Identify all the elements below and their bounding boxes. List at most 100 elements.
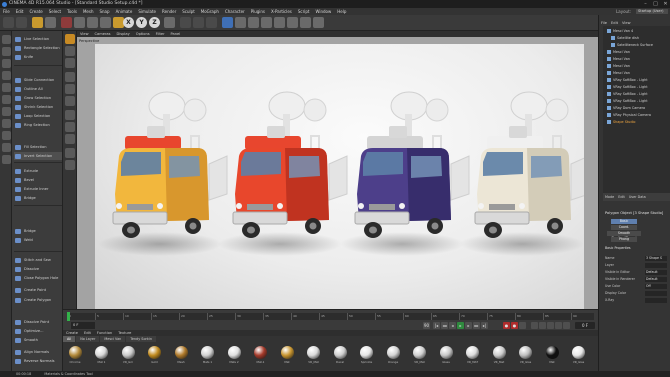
- attr-tab-mode[interactable]: Mode: [603, 193, 616, 201]
- menu-mesh[interactable]: Mesh: [80, 8, 97, 15]
- close-icon[interactable]: ✕: [661, 1, 670, 7]
- menu-tools[interactable]: Tools: [64, 8, 80, 15]
- filter-mesci-van[interactable]: Mesci Van: [100, 336, 126, 342]
- model-mode-icon[interactable]: [65, 34, 75, 44]
- menu-sculpt[interactable]: Sculpt: [179, 8, 198, 15]
- property-value[interactable]: [645, 297, 667, 303]
- material-swatch[interactable]: Mat: [543, 346, 561, 368]
- attr-tab-edit[interactable]: Edit: [616, 193, 627, 201]
- filter-all[interactable]: All: [63, 336, 76, 342]
- property-value[interactable]: [645, 290, 667, 296]
- go-to-end-icon[interactable]: ▸|: [481, 322, 488, 329]
- object-list-item[interactable]: Mesci Van: [605, 63, 670, 70]
- cmd-align-normals[interactable]: Align Normals: [14, 348, 62, 356]
- material-swatch[interactable]: Chrome: [66, 346, 84, 368]
- prev-key-icon[interactable]: ◂◂: [441, 322, 448, 329]
- filter-no-layer[interactable]: No Layer: [76, 336, 100, 342]
- material-swatch[interactable]: VR_Gm: [119, 346, 137, 368]
- cmd-create-polygon[interactable]: Create Polygon: [14, 296, 62, 304]
- property-value[interactable]: 3 Shape S: [645, 255, 667, 261]
- paint-icon[interactable]: [65, 160, 75, 170]
- maximize-icon[interactable]: □: [651, 1, 660, 7]
- material-swatch[interactable]: Glass: [437, 346, 455, 368]
- filter-tendy-sorkin[interactable]: Tendy Sorkin: [126, 336, 156, 342]
- floor-icon[interactable]: [287, 17, 298, 28]
- scale-key-icon[interactable]: [547, 322, 554, 329]
- cmd-knife[interactable]: Knife: [14, 53, 62, 61]
- menu-snap[interactable]: Snap: [96, 8, 112, 15]
- keyframe-selection-icon[interactable]: [519, 322, 526, 329]
- tweak-icon[interactable]: [1, 131, 11, 140]
- material-swatch[interactable]: VR_Mat: [490, 346, 508, 368]
- menu-file[interactable]: File: [0, 8, 13, 15]
- material-swatch[interactable]: VR_MAT: [464, 346, 482, 368]
- edges-mode-icon[interactable]: [1, 95, 11, 104]
- cmd-rectangle-selection[interactable]: Rectangle Selection: [14, 44, 62, 52]
- attr-tab-user-data[interactable]: User Data: [627, 193, 648, 201]
- object-list-item[interactable]: Satellite dish: [605, 35, 670, 42]
- light-icon[interactable]: [313, 17, 324, 28]
- parameter-key-icon[interactable]: [555, 322, 562, 329]
- menu-create[interactable]: Create: [26, 8, 45, 15]
- material-swatch[interactable]: Mat.1: [252, 346, 270, 368]
- animation-mode-icon[interactable]: [65, 58, 75, 68]
- timeline-ruler[interactable]: 051015202530354045505560657075808590: [67, 313, 594, 320]
- redo-icon[interactable]: [16, 17, 27, 28]
- frame-right-field[interactable]: 0 F: [575, 322, 595, 329]
- object-list-item[interactable]: Shape Studio: [605, 119, 670, 126]
- cmd-dissolve-point[interactable]: Dissolve Point: [14, 318, 62, 326]
- render-settings-icon[interactable]: [206, 17, 217, 28]
- cmd-outline-all[interactable]: Outline All: [14, 85, 62, 93]
- cmd-extrude-inner[interactable]: Extrude Inner: [14, 185, 62, 193]
- lock-icon[interactable]: [1, 155, 11, 164]
- cmd-extrude[interactable]: Extrude: [14, 167, 62, 175]
- material-swatch[interactable]: VR_Mat: [305, 346, 323, 368]
- material-swatch[interactable]: Sprinkle: [358, 346, 376, 368]
- cmd-create-point[interactable]: Create Point: [14, 286, 62, 294]
- object-list-item[interactable]: VRay SoftBox - Light: [605, 98, 670, 105]
- material-swatch[interactable]: VR_Mat: [411, 346, 429, 368]
- pen-icon[interactable]: [235, 17, 246, 28]
- next-frame-icon[interactable]: ▸: [465, 322, 472, 329]
- material-swatch[interactable]: Orange: [384, 346, 402, 368]
- cmd-reverse-normals[interactable]: Reverse Normals: [14, 357, 62, 365]
- cmd-loop-selection[interactable]: Loop Selection: [14, 112, 62, 120]
- y-axis-button[interactable]: Y: [136, 17, 147, 28]
- object-list-item[interactable]: Satelliteneck Surface: [605, 42, 670, 49]
- menu-animate[interactable]: Animate: [113, 8, 136, 15]
- cmd-smooth[interactable]: Smooth: [14, 336, 62, 344]
- material-swatch[interactable]: Gold: [146, 346, 164, 368]
- object-list-item[interactable]: VRay SoftBox - Light: [605, 91, 670, 98]
- menu-character[interactable]: Character: [222, 8, 248, 15]
- texture-mode-icon[interactable]: [1, 59, 11, 68]
- move-icon[interactable]: [74, 17, 85, 28]
- property-value[interactable]: Off: [645, 283, 667, 289]
- material-swatch[interactable]: Mat: [278, 346, 296, 368]
- polygons-icon[interactable]: [65, 96, 75, 106]
- cmd-bevel[interactable]: Bevel: [14, 176, 62, 184]
- cmd-ring-selection[interactable]: Ring Selection: [14, 121, 62, 129]
- material-swatch[interactable]: VR_Glas: [570, 346, 588, 368]
- menu-help[interactable]: Help: [334, 8, 349, 15]
- menu-window[interactable]: Window: [312, 8, 334, 15]
- menu-x-particles[interactable]: X-Particles: [268, 8, 295, 15]
- material-swatch[interactable]: Mats 1: [199, 346, 217, 368]
- deformer-icon[interactable]: [274, 17, 285, 28]
- render-picture-viewer-icon[interactable]: [193, 17, 204, 28]
- go-to-start-icon[interactable]: |◂: [433, 322, 440, 329]
- prev-frame-icon[interactable]: ◂: [449, 322, 456, 329]
- pla-key-icon[interactable]: [563, 322, 570, 329]
- model-mode-icon[interactable]: [1, 47, 11, 56]
- cmd-stitch-and-sew[interactable]: Stitch and Sew: [14, 256, 62, 264]
- scale-icon[interactable]: [87, 17, 98, 28]
- cmd-invert-selection[interactable]: Invert Selection: [14, 152, 62, 160]
- cmd-grow-selection[interactable]: Grow Selection: [14, 94, 62, 102]
- polygons-mode-icon[interactable]: [1, 107, 11, 116]
- soft-selection-icon[interactable]: [65, 122, 75, 132]
- make-editable-icon[interactable]: [1, 35, 11, 44]
- minimize-icon[interactable]: –: [641, 1, 650, 7]
- cmd-dissolve[interactable]: Dissolve: [14, 265, 62, 273]
- subdivision-icon[interactable]: [248, 17, 259, 28]
- array-icon[interactable]: [261, 17, 272, 28]
- points-icon[interactable]: [65, 72, 75, 82]
